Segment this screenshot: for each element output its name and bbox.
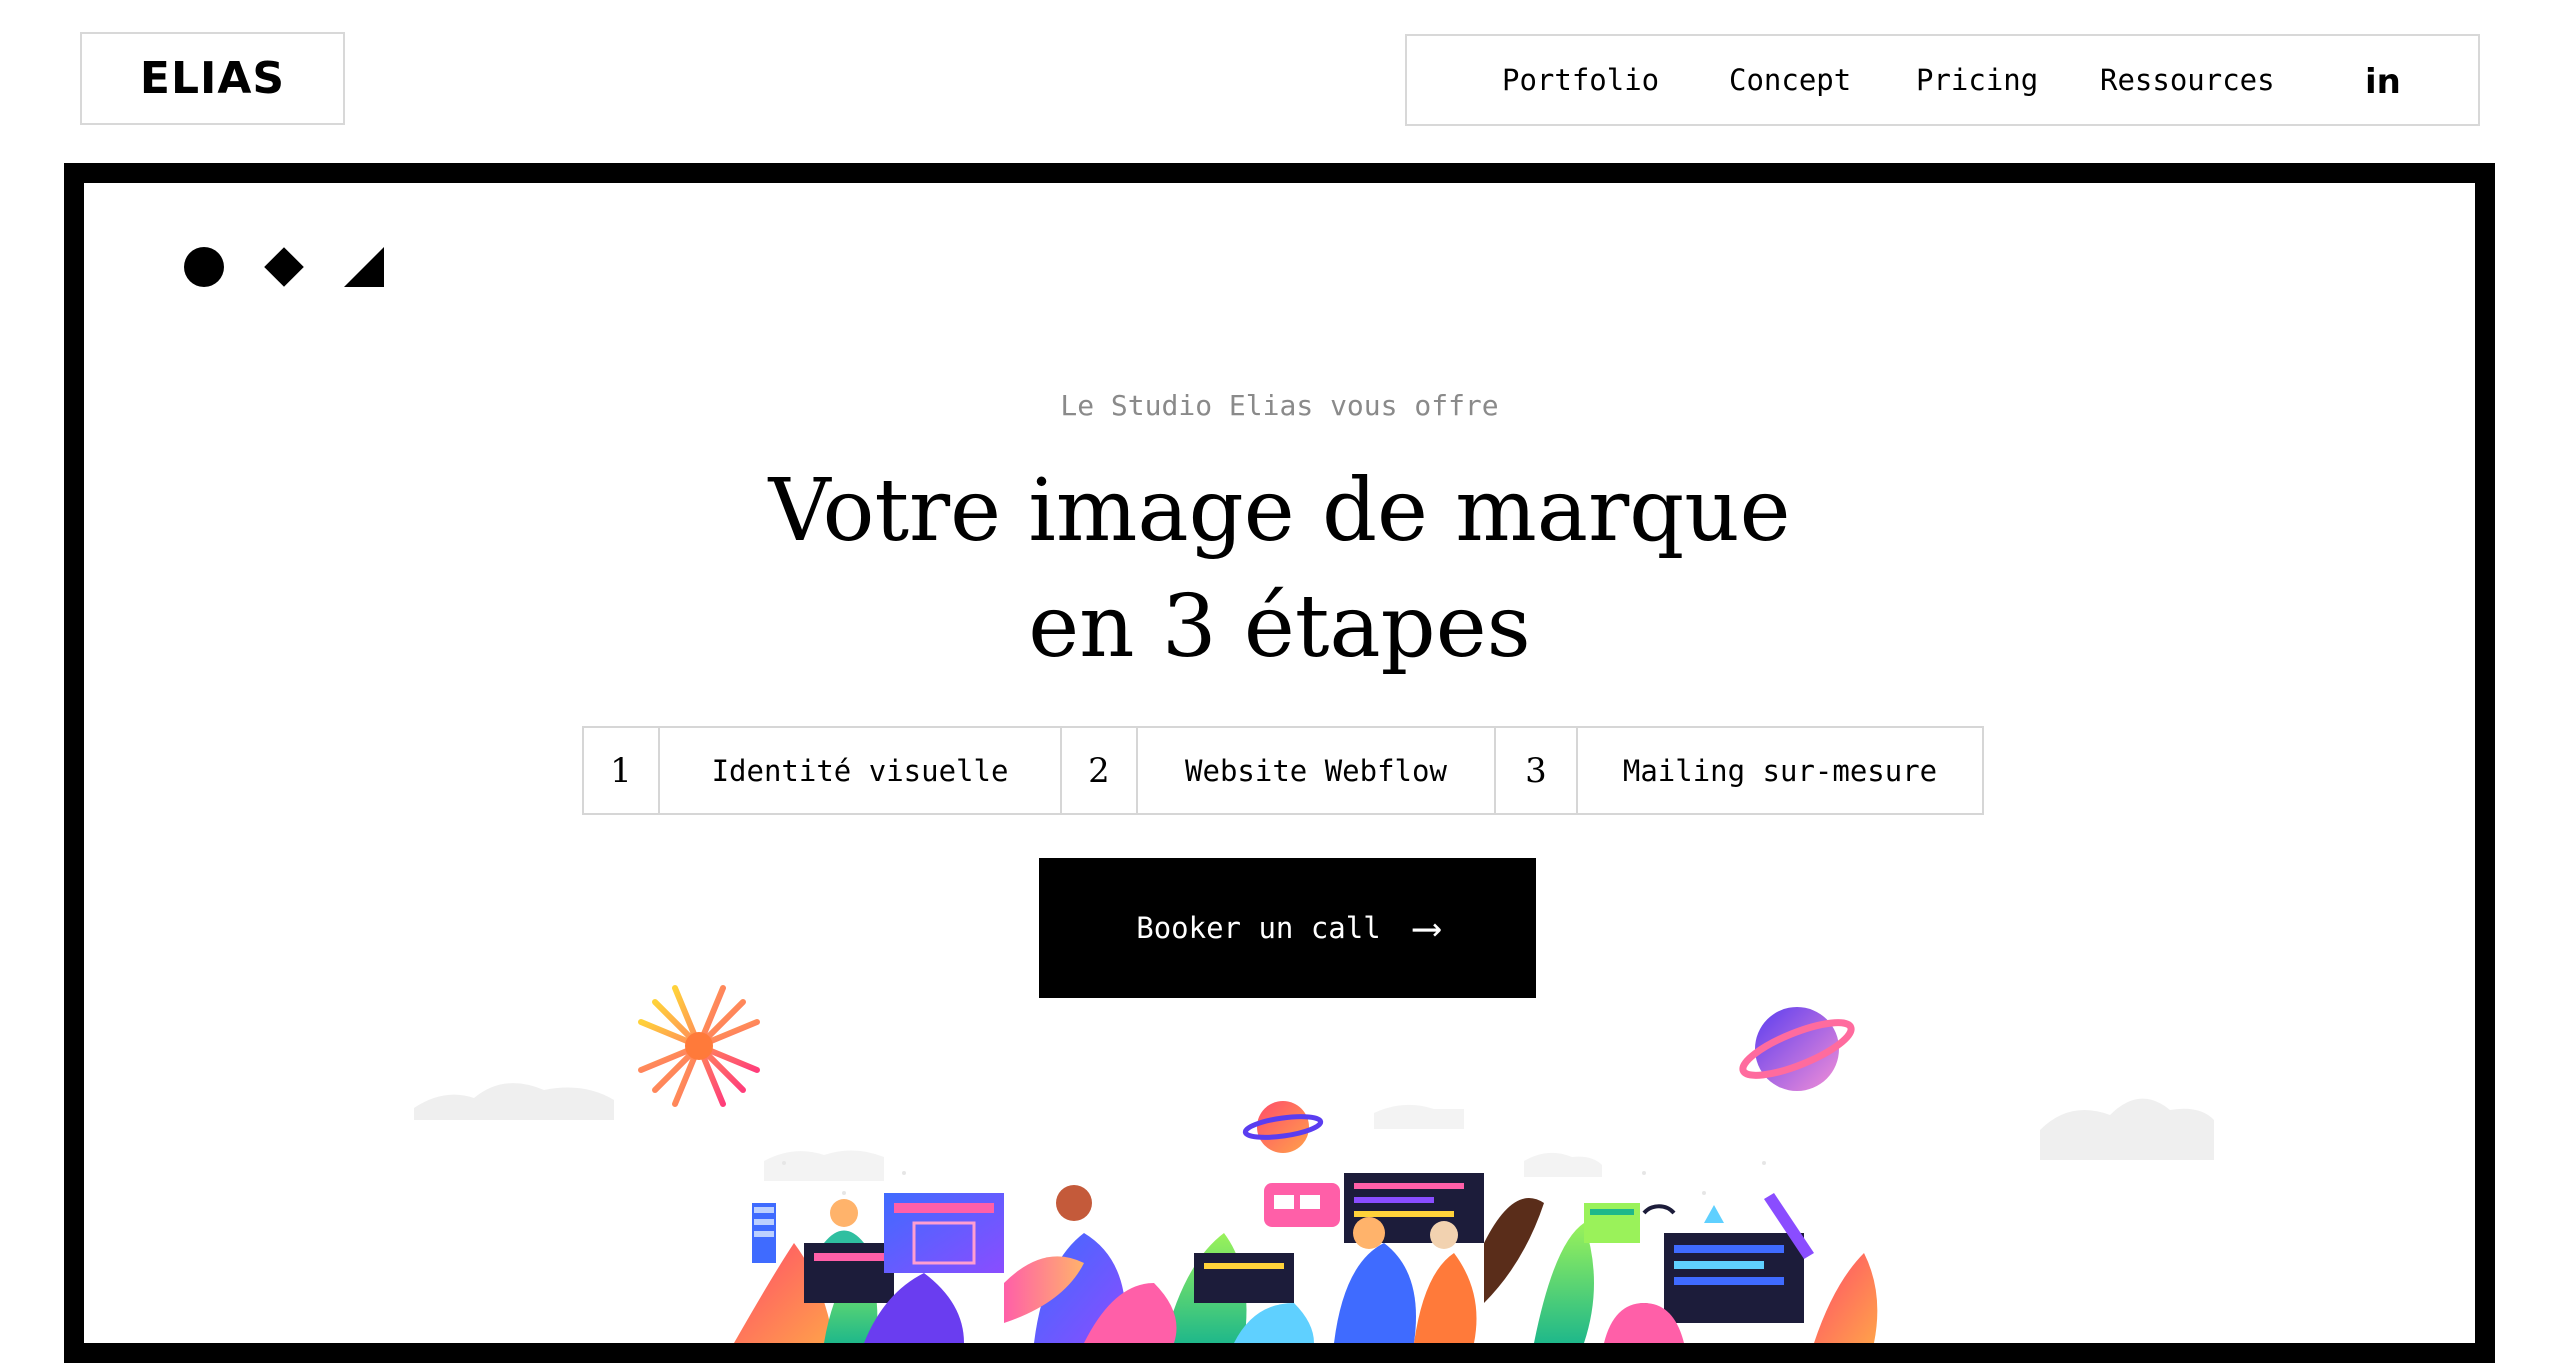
logo-link[interactable]: ELIAS <box>80 32 345 125</box>
circle-icon <box>184 247 224 287</box>
step-3-label: Mailing sur-mesure <box>1622 753 1938 788</box>
book-call-button[interactable]: Booker un call ⟶ <box>1039 858 1536 998</box>
sun-icon <box>634 981 764 1111</box>
cloud-shapes <box>414 1083 2214 1181</box>
steps-bar: 1 Identité visuelle 2 Website Webflow 3 … <box>582 726 1984 815</box>
planet-icon <box>1739 1007 1855 1091</box>
main-nav: Portfolio Concept Pricing Ressources in <box>1405 34 2480 126</box>
arrow-right-icon: ⟶ <box>1414 905 1439 951</box>
nav-item-portfolio[interactable]: Portfolio <box>1502 36 1659 124</box>
headline-line-2: en 3 étapes <box>1028 577 1531 677</box>
triangle-icon <box>344 247 384 287</box>
logo: ELIAS <box>139 52 286 104</box>
nav-item-concept[interactable]: Concept <box>1729 36 1851 124</box>
book-call-label: Booker un call <box>1136 911 1381 945</box>
hero-headline: Votre image de marque en 3 étapes <box>84 453 2475 685</box>
small-planet-icon <box>1242 1101 1324 1153</box>
step-1-label: Identité visuelle <box>660 728 1062 813</box>
hero-section: Le Studio Elias vous offre Votre image d… <box>64 163 2495 1363</box>
linkedin-icon[interactable]: in <box>2365 36 2401 124</box>
step-1-number: 1 <box>584 728 660 813</box>
nav-item-pricing[interactable]: Pricing <box>1916 36 2038 124</box>
step-2-number: 2 <box>1062 728 1138 813</box>
team-scene <box>734 1173 1878 1343</box>
step-2-label: Website Webflow <box>1138 728 1496 813</box>
diamond-icon <box>264 247 304 287</box>
hero-eyebrow: Le Studio Elias vous offre <box>1060 389 1499 422</box>
step-3-number: 3 <box>1496 728 1578 813</box>
nav-item-ressources[interactable]: Ressources <box>2100 36 2275 124</box>
headline-line-1: Votre image de marque <box>768 461 1791 561</box>
